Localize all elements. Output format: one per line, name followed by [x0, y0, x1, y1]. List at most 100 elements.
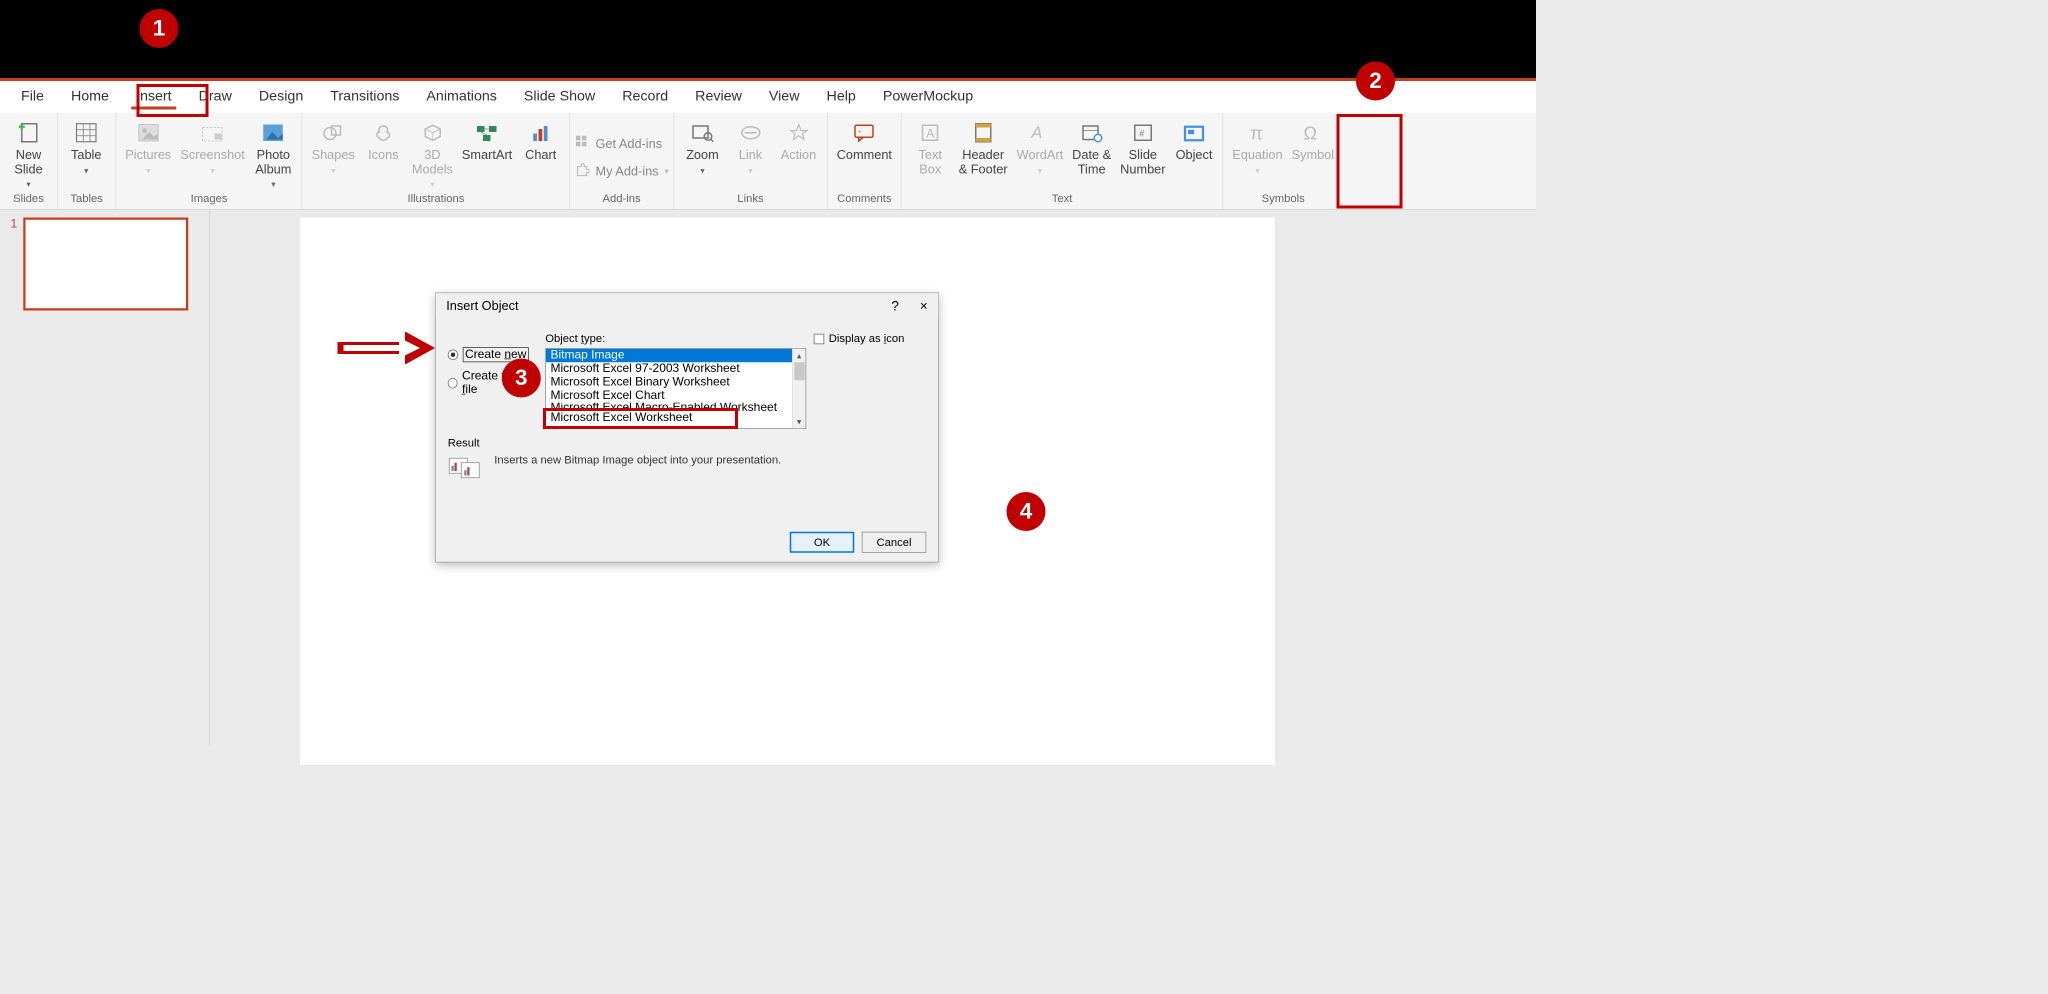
group-label-links: Links [674, 191, 827, 207]
date-time-icon [1081, 120, 1102, 146]
slide-thumbnails-pane[interactable]: 1 [0, 210, 210, 746]
result-icon [448, 454, 483, 483]
puzzle-icon [574, 162, 589, 181]
link-button[interactable]: Link▾ [726, 117, 774, 175]
comment-button[interactable]: +Comment [832, 117, 896, 163]
slide-number-button[interactable]: #Slide Number [1116, 117, 1170, 177]
group-label-images: Images [116, 191, 302, 207]
group-label-illustrations: Illustrations [303, 191, 570, 207]
radio-icon [448, 378, 458, 389]
checkbox-icon [814, 333, 825, 344]
slide-canvas-area: Insert Object ? × Create new [210, 210, 1536, 746]
chart-button[interactable]: Chart [517, 117, 565, 163]
header-footer-button[interactable]: Header & Footer [954, 117, 1012, 177]
svg-text:#: # [1139, 129, 1144, 139]
scroll-down-icon[interactable]: ▾ [793, 415, 806, 429]
group-label-slides: Slides [0, 191, 57, 207]
title-bar-black [0, 0, 1536, 78]
chart-icon [530, 120, 551, 146]
listbox-scrollbar[interactable]: ▴ ▾ [792, 349, 806, 429]
object-type-listbox[interactable]: Bitmap Image Microsoft Excel 97-2003 Wor… [545, 348, 806, 429]
list-item[interactable]: Microsoft Excel 97-2003 Worksheet [546, 362, 792, 376]
tab-file[interactable]: File [8, 81, 58, 113]
smartart-button[interactable]: SmartArt [457, 117, 516, 163]
comment-icon: + [853, 120, 876, 146]
scroll-thumb[interactable] [794, 362, 805, 380]
group-label-addins: Add-ins [570, 191, 673, 207]
result-label: Result [448, 437, 927, 450]
dialog-title: Insert Object [446, 299, 518, 314]
new-slide-button[interactable]: New Slide ▾ [5, 117, 53, 189]
equation-button[interactable]: πEquation▾ [1228, 117, 1287, 175]
icons-icon [374, 120, 394, 146]
list-item[interactable]: Microsoft Excel Macro-Enabled Worksheet [546, 403, 792, 411]
tab-home[interactable]: Home [57, 81, 122, 113]
tab-slideshow[interactable]: Slide Show [510, 81, 608, 113]
my-addins-button[interactable]: My Add-ins ▾ [574, 162, 668, 181]
object-icon [1184, 120, 1205, 146]
ribbon-body: New Slide ▾ Slides Table ▾ Tables [0, 113, 1536, 211]
textbox-button[interactable]: AText Box [906, 117, 954, 177]
dialog-close-button[interactable]: × [917, 298, 931, 314]
insert-object-dialog: Insert Object ? × Create new [435, 293, 939, 563]
get-addins-button[interactable]: Get Add-ins [574, 134, 662, 153]
tab-animations[interactable]: Animations [413, 81, 511, 113]
thumbnail-preview[interactable] [23, 218, 188, 311]
object-button[interactable]: Object [1170, 117, 1218, 163]
list-item[interactable]: Microsoft Excel Chart [546, 389, 792, 403]
tab-record[interactable]: Record [609, 81, 682, 113]
wordart-button[interactable]: AWordArt▾ [1012, 117, 1068, 175]
list-item[interactable]: Microsoft Excel Binary Worksheet [546, 376, 792, 390]
content-area: 1 Insert Object ? × [0, 210, 1536, 746]
slidenum-icon: # [1133, 120, 1153, 146]
link-icon [740, 120, 761, 146]
thumbnail-1[interactable]: 1 [11, 218, 202, 311]
dialog-titlebar[interactable]: Insert Object ? × [436, 293, 939, 319]
pictures-icon [137, 120, 160, 146]
tab-draw[interactable]: Draw [185, 81, 245, 113]
radio-icon [448, 350, 459, 361]
table-button[interactable]: Table ▾ [62, 117, 110, 175]
symbol-button[interactable]: ΩSymbol [1287, 117, 1339, 163]
equation-icon: π [1247, 120, 1268, 146]
annotation-badge-3: 3 [502, 359, 541, 398]
group-label-comments: Comments [828, 191, 901, 207]
group-label-symbols: Symbols [1223, 191, 1343, 207]
smartart-icon [476, 120, 499, 146]
header-footer-icon [973, 120, 993, 146]
annotation-badge-2: 2 [1356, 62, 1395, 101]
svg-text:A: A [926, 126, 934, 140]
cube-icon [423, 120, 443, 146]
photo-album-icon [262, 120, 285, 146]
scroll-up-icon[interactable]: ▴ [793, 349, 806, 363]
tab-help[interactable]: Help [813, 81, 869, 113]
shapes-button[interactable]: Shapes▾ [307, 117, 359, 175]
cancel-button[interactable]: Cancel [862, 532, 927, 553]
table-icon [75, 120, 98, 146]
thumbnail-number: 1 [11, 218, 18, 311]
action-button[interactable]: Action [774, 117, 822, 163]
photo-album-button[interactable]: Photo Album▾ [249, 117, 297, 189]
3d-models-button[interactable]: 3D Models▾ [407, 117, 457, 189]
dialog-help-button[interactable]: ? [888, 298, 902, 314]
tab-insert[interactable]: Insert [122, 81, 185, 113]
zoom-button[interactable]: Zoom▾ [678, 117, 726, 175]
tab-powermockup[interactable]: PowerMockup [869, 81, 986, 113]
screenshot-button[interactable]: Screenshot▾ [176, 117, 250, 175]
new-slide-icon [17, 120, 40, 146]
tab-review[interactable]: Review [682, 81, 756, 113]
group-label-tables: Tables [58, 191, 116, 207]
icons-button[interactable]: Icons [359, 117, 407, 163]
ok-button[interactable]: OK [790, 532, 855, 553]
result-text: Inserts a new Bitmap Image object into y… [494, 454, 781, 467]
date-time-button[interactable]: Date & Time [1068, 117, 1116, 177]
tab-transitions[interactable]: Transitions [317, 81, 413, 113]
tab-design[interactable]: Design [245, 81, 316, 113]
list-item[interactable]: Bitmap Image [546, 349, 792, 363]
action-icon [789, 120, 809, 146]
display-as-icon-checkbox[interactable]: Display as icon [814, 332, 927, 345]
pictures-button[interactable]: Pictures▾ [121, 117, 176, 175]
tab-view[interactable]: View [755, 81, 813, 113]
ribbon-tabstrip: File Home Insert Draw Design Transitions… [0, 81, 1536, 113]
list-item[interactable]: Microsoft Excel Worksheet [546, 411, 792, 425]
